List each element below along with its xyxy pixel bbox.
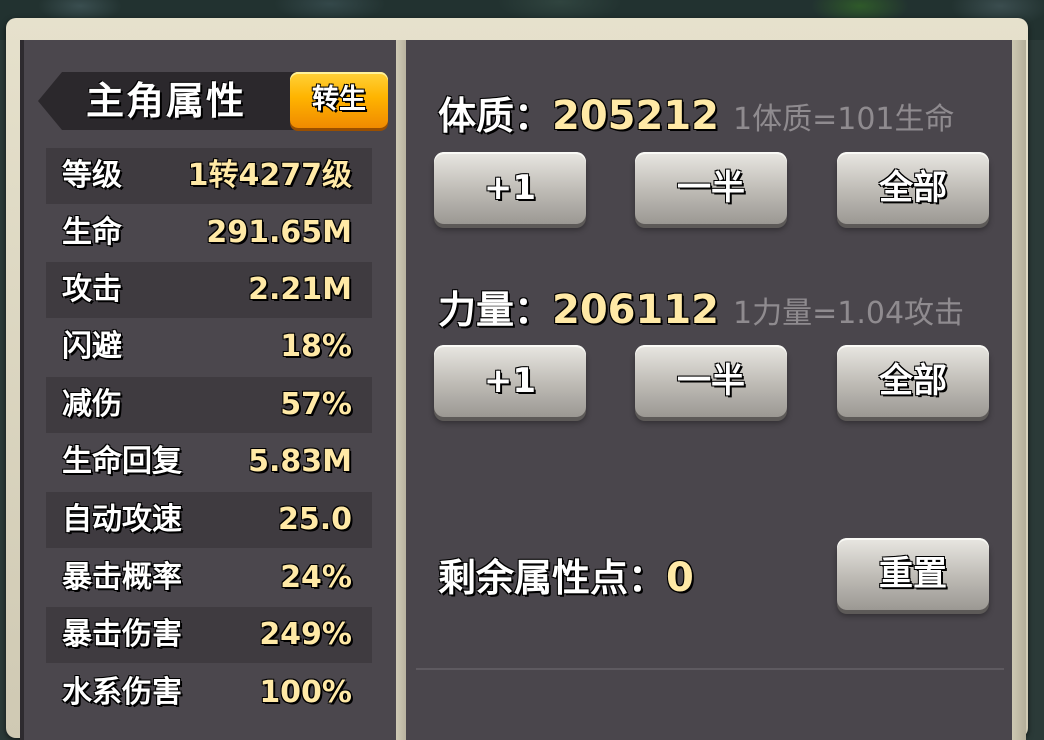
strength-value: 206112 (552, 287, 720, 333)
stat-label: 生命回复 (62, 444, 182, 479)
strength-half-button[interactable]: 一半 (635, 345, 787, 417)
stat-value: 5.83M (248, 444, 352, 479)
stat-value: 100% (259, 675, 352, 710)
strength-note: 1力量=1.04攻击 (733, 296, 965, 331)
stat-label: 暴击概率 (62, 560, 182, 595)
stat-label: 生命 (62, 215, 122, 250)
constitution-half-button[interactable]: 一半 (635, 152, 787, 224)
stat-label: 等级 (62, 158, 122, 193)
stat-value: 2.21M (248, 272, 352, 307)
stat-row-water-damage: 水系伤害 100% (46, 665, 372, 721)
stat-label: 闪避 (62, 329, 122, 364)
stat-label: 自动攻速 (62, 502, 182, 537)
rebirth-button[interactable]: 转生 (290, 72, 388, 128)
strength-label: 力量： (438, 288, 553, 332)
stat-row-dodge: 闪避 18% (46, 319, 372, 375)
frame-right-edge (1012, 40, 1026, 740)
stat-row-crit-damage: 暴击伤害 249% (46, 607, 372, 663)
reset-button[interactable]: 重置 (837, 538, 989, 610)
stat-row-level: 等级 1转4277级 (46, 148, 372, 204)
stat-label: 减伤 (62, 387, 122, 422)
stat-label: 攻击 (62, 272, 122, 307)
panel-divider (396, 40, 406, 740)
remaining-points-line: 剩余属性点：0 (438, 548, 694, 608)
strength-plus-one-button[interactable]: +1 (434, 345, 586, 417)
constitution-value: 205212 (552, 93, 720, 139)
stat-label: 水系伤害 (62, 675, 182, 710)
stat-value: 57% (280, 387, 352, 422)
remaining-points-value: 0 (666, 555, 694, 601)
stat-value: 25.0 (277, 502, 352, 537)
stat-value: 291.65M (206, 215, 352, 250)
stat-row-damage-reduction: 减伤 57% (46, 377, 372, 433)
stat-value: 18% (280, 329, 352, 364)
remaining-points-label: 剩余属性点： (438, 556, 667, 600)
constitution-line: 体质：205212 1体质=101生命 (438, 86, 955, 146)
stat-row-attack: 攻击 2.21M (46, 262, 372, 318)
stat-label: 暴击伤害 (62, 617, 182, 652)
stat-value: 24% (280, 560, 352, 595)
stat-row-auto-attack-speed: 自动攻速 25.0 (46, 492, 372, 548)
panel-title: 主角属性 (86, 79, 247, 123)
stat-value: 249% (259, 617, 352, 652)
bottom-divider (416, 668, 1004, 670)
constitution-plus-one-button[interactable]: +1 (434, 152, 586, 224)
strength-line: 力量：206112 1力量=1.04攻击 (438, 280, 964, 340)
constitution-all-button[interactable]: 全部 (837, 152, 989, 224)
stat-value: 1转4277级 (187, 158, 352, 193)
stat-row-hp: 生命 291.65M (46, 205, 372, 261)
constitution-note: 1体质=101生命 (733, 102, 955, 137)
constitution-label: 体质： (438, 94, 553, 138)
strength-all-button[interactable]: 全部 (837, 345, 989, 417)
stat-row-hp-regen: 生命回复 5.83M (46, 434, 372, 490)
stat-row-crit-rate: 暴击概率 24% (46, 550, 372, 606)
